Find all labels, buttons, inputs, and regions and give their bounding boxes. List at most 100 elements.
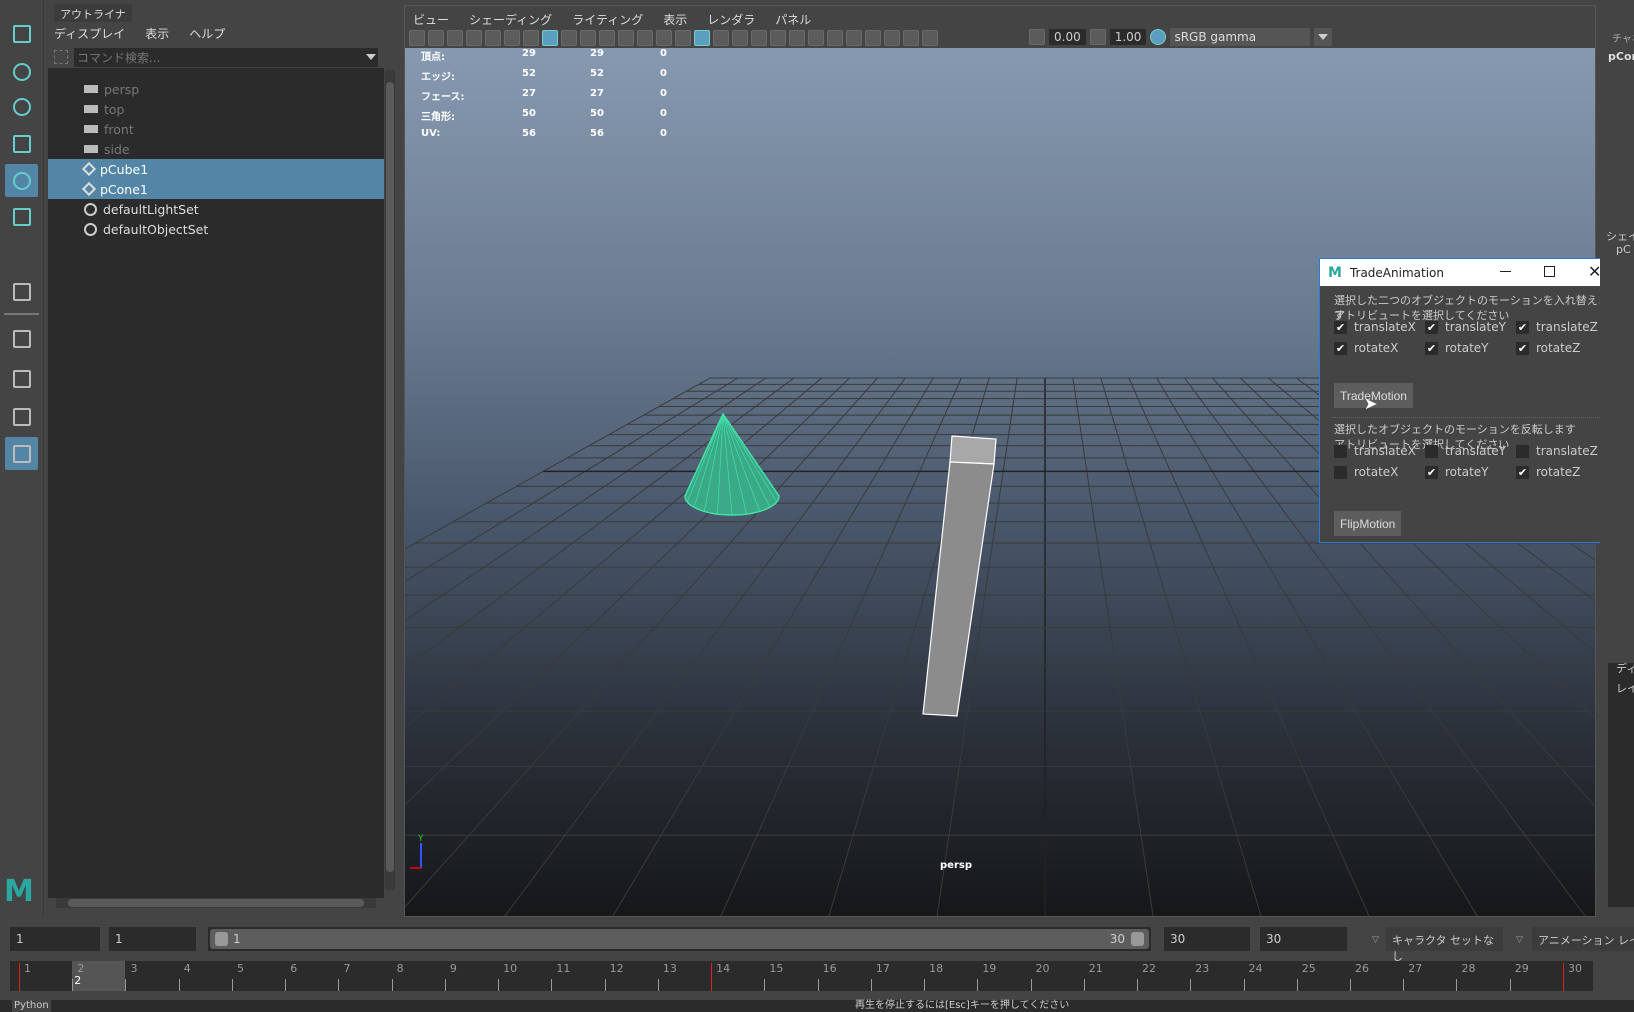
- playback-start-field[interactable]: 1: [109, 927, 196, 951]
- safe-action-icon[interactable]: [637, 30, 653, 46]
- outliner-vscrollbar[interactable]: [385, 70, 395, 890]
- maximize-icon[interactable]: [1544, 266, 1555, 277]
- safe-title-icon[interactable]: [656, 30, 672, 46]
- chevron-down-icon[interactable]: [366, 54, 376, 65]
- hud-toggle-icon[interactable]: [922, 30, 938, 46]
- command-language-label[interactable]: Python: [12, 1000, 51, 1012]
- image-plane-icon[interactable]: [485, 30, 501, 46]
- cube-mesh[interactable]: [922, 435, 997, 717]
- 2d-pan-zoom-icon[interactable]: [504, 30, 520, 46]
- color-management-toggle-icon[interactable]: [1150, 29, 1167, 45]
- range-start-handle[interactable]: [215, 932, 228, 946]
- command-search-input[interactable]: [74, 48, 378, 67]
- layer-menu[interactable]: レイ: [1616, 680, 1634, 696]
- checkbox-trade-translateY[interactable]: ✔ translateY: [1425, 320, 1506, 334]
- gamma-field[interactable]: 1.00: [1109, 29, 1147, 45]
- outliner-item[interactable]: top: [48, 99, 384, 119]
- end-time-field[interactable]: 30: [1260, 927, 1347, 951]
- field-chart-icon[interactable]: [618, 30, 634, 46]
- anti-alias-icon[interactable]: [827, 30, 843, 46]
- xray-icon[interactable]: [732, 30, 748, 46]
- ambient-occlusion-icon[interactable]: [789, 30, 805, 46]
- checkbox-flip-translateZ[interactable]: translateZ: [1516, 444, 1598, 458]
- outliner-item[interactable]: pCube1: [48, 159, 384, 179]
- color-space-select[interactable]: sRGB gamma: [1170, 28, 1311, 46]
- shape-object-name[interactable]: pC: [1616, 243, 1631, 256]
- start-time-field[interactable]: 1: [10, 927, 100, 951]
- checkbox-trade-rotateZ[interactable]: ✔ rotateZ: [1516, 341, 1580, 355]
- filter-icon[interactable]: [54, 50, 68, 64]
- character-set-select[interactable]: キャラクタ セットなし: [1386, 927, 1503, 963]
- menu-show[interactable]: 表示: [145, 25, 169, 42]
- gate-mask-icon[interactable]: [599, 30, 615, 46]
- camera-attributes-icon[interactable]: [447, 30, 463, 46]
- outliner-item[interactable]: defaultLightSet: [48, 199, 384, 219]
- checkbox-trade-translateZ[interactable]: ✔ translateZ: [1516, 320, 1598, 334]
- outliner-item[interactable]: defaultObjectSet: [48, 219, 384, 239]
- lasso-tool-icon[interactable]: [5, 55, 38, 88]
- gamma-icon[interactable]: [1089, 29, 1106, 45]
- viewport-menu-item[interactable]: 表示: [663, 11, 687, 28]
- grease-pencil-icon[interactable]: [523, 30, 539, 46]
- playback-end-field[interactable]: 30: [1164, 927, 1250, 951]
- xray-active-icon[interactable]: [903, 30, 919, 46]
- range-end-handle[interactable]: [1131, 932, 1144, 946]
- viewport-menu-item[interactable]: パネル: [775, 11, 811, 28]
- scale-tool-icon[interactable]: [5, 200, 38, 233]
- flip-motion-button[interactable]: FlipMotion: [1334, 511, 1402, 536]
- checkbox-trade-rotateY[interactable]: ✔ rotateY: [1425, 341, 1489, 355]
- motion-blur-icon[interactable]: [808, 30, 824, 46]
- four-view-layout-icon[interactable]: [5, 362, 38, 395]
- xray-joints-icon[interactable]: [884, 30, 900, 46]
- outliner-item[interactable]: pCone1: [48, 179, 384, 199]
- camera-select-icon[interactable]: [409, 30, 425, 46]
- isolate-select-icon[interactable]: [865, 30, 881, 46]
- wireframe-icon[interactable]: [675, 30, 691, 46]
- paint-select-icon[interactable]: [5, 90, 38, 123]
- film-gate-icon[interactable]: [561, 30, 577, 46]
- menu-display[interactable]: ディスプレイ: [54, 25, 125, 42]
- minimize-icon[interactable]: [1500, 271, 1511, 272]
- exposure-icon[interactable]: [1029, 29, 1045, 45]
- two-view-layout-icon[interactable]: [5, 400, 38, 433]
- display-tab[interactable]: ディ: [1616, 660, 1634, 676]
- color-space-dropdown-button[interactable]: [1314, 28, 1333, 46]
- viewport-menu-item[interactable]: シェーディング: [469, 11, 552, 28]
- chevron-down-icon[interactable]: ▽: [1372, 935, 1379, 945]
- checkbox-flip-rotateY[interactable]: ✔ rotateY: [1425, 465, 1489, 479]
- outliner-item[interactable]: side: [48, 139, 384, 159]
- bookmark-icon[interactable]: [466, 30, 482, 46]
- default-material-icon[interactable]: [713, 30, 729, 46]
- viewport-menu-item[interactable]: ビュー: [413, 11, 449, 28]
- range-slider[interactable]: 1 30: [208, 927, 1151, 951]
- time-slider[interactable]: 2 1 2 3 4 5 6 7 8 9 10 11 12 13 14 15 16 17 18 19 20 21 22 23 24…: [10, 961, 1593, 991]
- depth-of-field-icon[interactable]: [846, 30, 862, 46]
- outliner-hscrollbar[interactable]: [56, 898, 376, 908]
- checkbox-flip-rotateZ[interactable]: ✔ rotateZ: [1516, 465, 1580, 479]
- outliner-layout-icon[interactable]: [5, 437, 38, 470]
- dialog-titlebar[interactable]: M TradeAnimation ✕: [1320, 259, 1619, 286]
- single-view-layout-icon[interactable]: [5, 322, 38, 355]
- checkbox-flip-translateX[interactable]: translateX: [1334, 444, 1416, 458]
- checkbox-trade-rotateX[interactable]: ✔ rotateX: [1334, 341, 1398, 355]
- curve-tool-icon[interactable]: [5, 275, 38, 308]
- resolution-gate-icon[interactable]: [580, 30, 596, 46]
- checkbox-flip-rotateX[interactable]: rotateX: [1334, 465, 1398, 479]
- shadows-icon[interactable]: [751, 30, 767, 46]
- grid-icon[interactable]: [542, 30, 558, 46]
- move-tool-icon[interactable]: [5, 127, 38, 160]
- rotate-tool-icon[interactable]: [5, 164, 38, 197]
- viewport-menu-item[interactable]: ライティング: [572, 11, 643, 28]
- channel-object-name[interactable]: pCor: [1608, 50, 1634, 63]
- chevron-down-icon[interactable]: ▽: [1516, 935, 1523, 945]
- exposure-field[interactable]: 0.00: [1049, 29, 1086, 45]
- checkbox-flip-translateY[interactable]: translateY: [1425, 444, 1506, 458]
- outliner-tab[interactable]: アウトライナ: [54, 4, 132, 22]
- camera-lock-icon[interactable]: [428, 30, 444, 46]
- lights-icon[interactable]: [770, 30, 786, 46]
- smooth-shade-icon[interactable]: [694, 30, 710, 46]
- outliner-item[interactable]: front: [48, 119, 384, 139]
- outliner-item[interactable]: persp: [48, 79, 384, 99]
- animation-layer-select[interactable]: アニメーション レイヤ: [1532, 927, 1634, 951]
- viewport-menu-item[interactable]: レンダラ: [707, 11, 755, 28]
